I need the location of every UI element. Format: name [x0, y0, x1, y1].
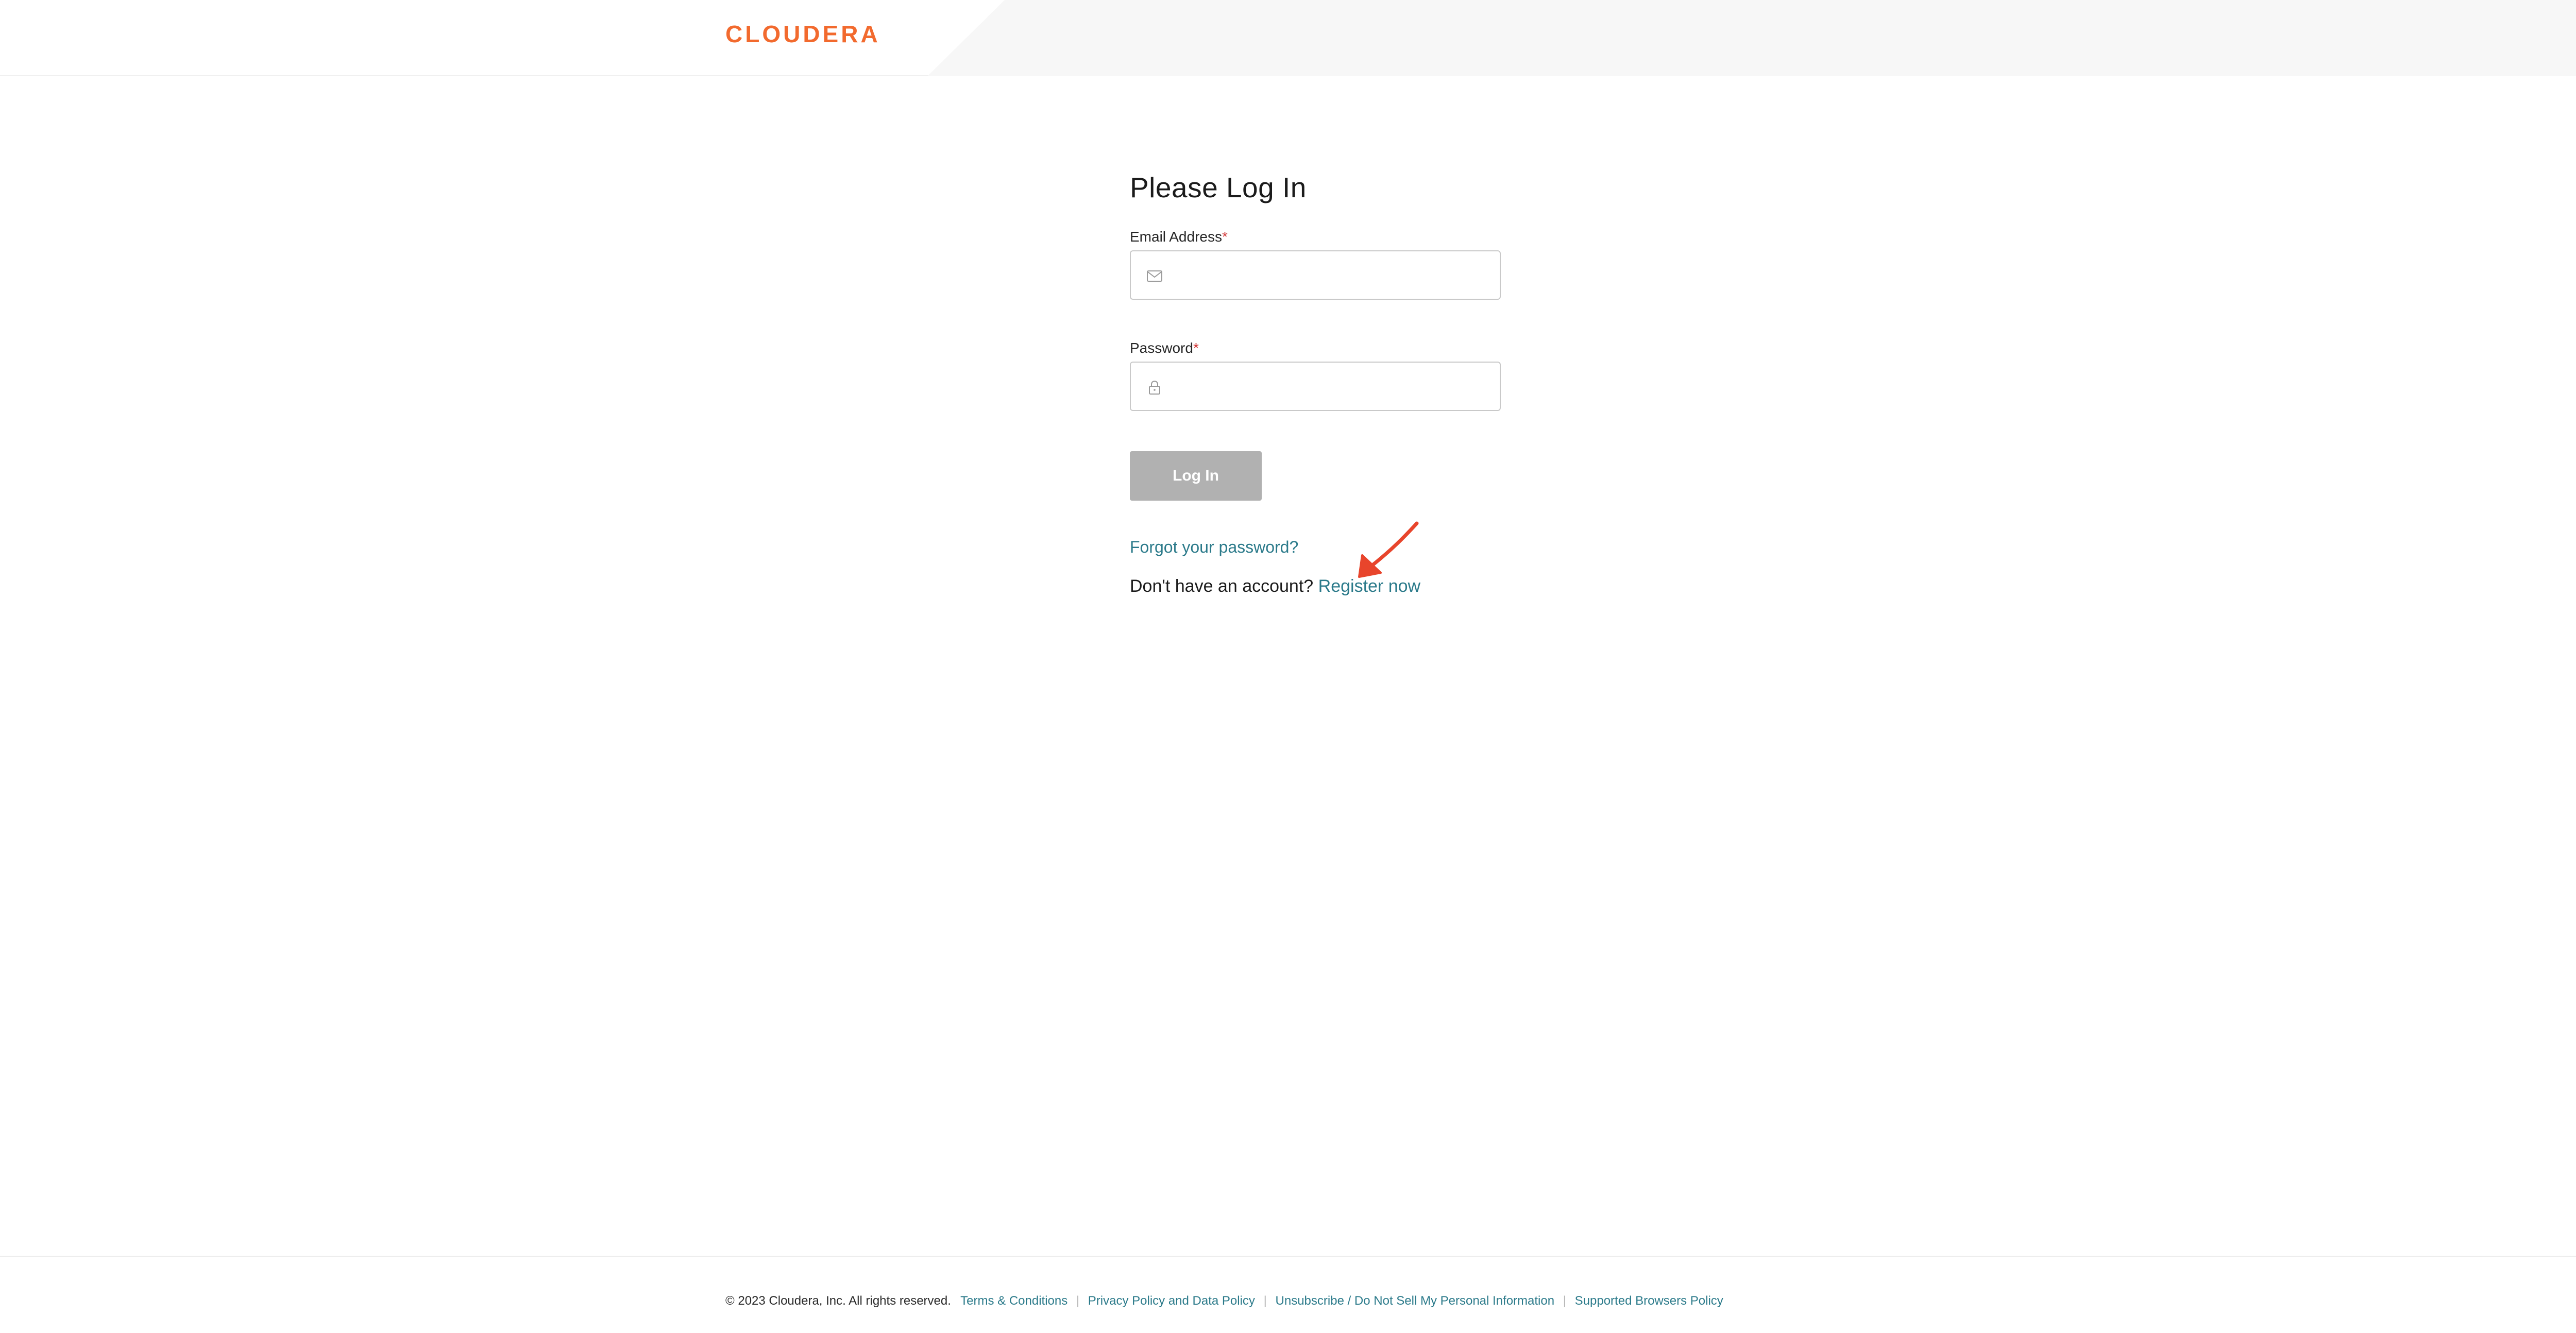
email-label-text: Email Address	[1130, 229, 1222, 245]
cloudera-logo[interactable]: CLOUDERA	[725, 19, 880, 49]
footer-link-unsubscribe[interactable]: Unsubscribe / Do Not Sell My Personal In…	[1276, 1294, 1555, 1308]
password-label: Password*	[1130, 338, 1501, 358]
red-arrow-icon	[1358, 521, 1419, 578]
lock-icon	[1149, 381, 1160, 395]
page-title: Please Log In	[1130, 172, 1307, 203]
footer-separator: |	[1263, 1294, 1267, 1308]
email-input[interactable]	[1172, 251, 1492, 299]
email-field[interactable]	[1130, 250, 1501, 300]
password-field[interactable]	[1130, 362, 1501, 411]
footer-separator: |	[1563, 1294, 1566, 1308]
login-button[interactable]: Log In	[1130, 451, 1262, 501]
footer-separator: |	[1076, 1294, 1080, 1308]
required-marker: *	[1193, 340, 1199, 356]
forgot-password-link[interactable]: Forgot your password?	[1130, 538, 1298, 556]
footer-link-privacy[interactable]: Privacy Policy and Data Policy	[1088, 1294, 1255, 1308]
copyright-text: © 2023 Cloudera, Inc. All rights reserve…	[725, 1294, 951, 1308]
email-label: Email Address*	[1130, 227, 1501, 247]
site-footer: © 2023 Cloudera, Inc. All rights reserve…	[0, 1256, 2576, 1333]
footer-link-browsers[interactable]: Supported Browsers Policy	[1575, 1294, 1723, 1308]
header-gray-band	[927, 0, 2576, 76]
site-header: CLOUDERA	[0, 0, 2576, 76]
register-line: Don't have an account? Register now	[1130, 573, 1501, 600]
password-input[interactable]	[1172, 363, 1492, 410]
envelope-icon	[1147, 270, 1162, 282]
password-label-text: Password	[1130, 340, 1193, 356]
footer-link-terms[interactable]: Terms & Conditions	[960, 1294, 1067, 1308]
required-marker: *	[1222, 229, 1228, 245]
login-form: Please Log In Email Address* Password* L…	[1130, 165, 1501, 600]
footer-links: © 2023 Cloudera, Inc. All rights reserve…	[725, 1293, 1723, 1309]
register-prompt: Don't have an account?	[1130, 576, 1318, 596]
